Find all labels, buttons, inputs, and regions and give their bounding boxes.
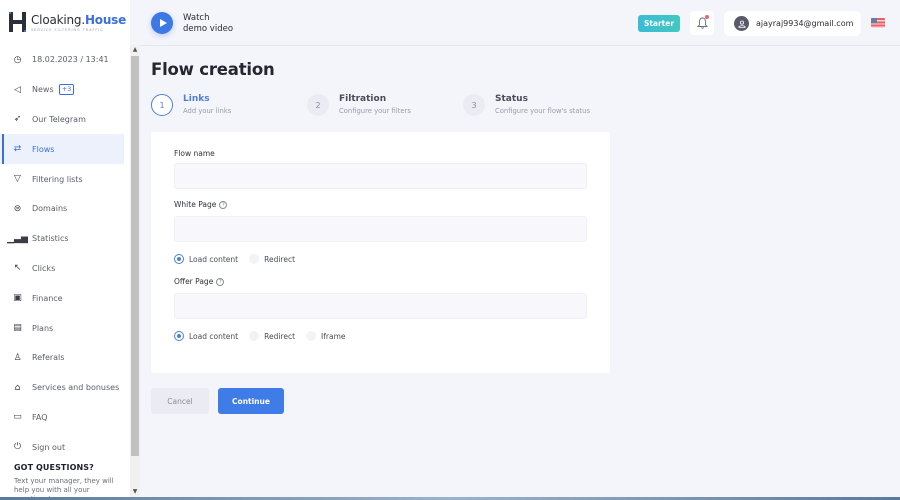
sidebar: Cloaking.House SERVICE FILTERING TRAFFIC…	[0, 0, 130, 500]
user-email: ajayraj9934@gmail.com	[756, 19, 854, 28]
radio-checked[interactable]	[174, 331, 184, 341]
domain-icon: ⊜	[13, 203, 22, 214]
sidebar-item-flows[interactable]: ⇄ Flows	[0, 134, 124, 165]
radio-unchecked[interactable]	[249, 254, 260, 264]
scrollbar-thumb[interactable]	[131, 56, 139, 456]
step-title: Filtration	[339, 94, 387, 104]
sidebar-item-services-bonuses[interactable]: ⌂ Services and bonuses	[0, 373, 130, 403]
offer-page-label: Offer Page ?	[174, 277, 225, 286]
step-subtitle: Add your links	[183, 107, 232, 115]
questions-panel: GOT QUESTIONS? Text your manager, they w…	[14, 463, 124, 500]
notifications-button[interactable]	[690, 11, 714, 35]
user-avatar-icon	[738, 20, 745, 28]
step-number: 1	[151, 94, 173, 116]
megaphone-icon: ◁	[14, 84, 21, 95]
cursor-click-icon: ↖	[13, 263, 22, 274]
user-icon: ♙	[13, 352, 22, 363]
offer-page-input[interactable]	[174, 293, 587, 319]
bar-chart-icon: ▁▃▅	[7, 233, 28, 244]
offer-page-radio-redirect[interactable]: Redirect	[249, 331, 295, 341]
plan-badge[interactable]: Starter	[638, 15, 680, 32]
filter-icon: ▽	[14, 174, 21, 185]
sidebar-item-domains[interactable]: ⊜ Domains	[0, 194, 130, 224]
sidebar-item-plans[interactable]: ▤ Plans	[0, 313, 130, 343]
flow-form-card: Flow name White Page ? Load content Redi…	[151, 132, 610, 373]
gift-icon: ⌂	[14, 382, 21, 393]
sidebar-item-statistics[interactable]: ▁▃▅ Statistics	[0, 224, 130, 254]
us-flag-icon[interactable]	[871, 18, 885, 28]
sidebar-nav: ◷ 18.02.2023 / 13:41 ◁ News +3 ➶ Our Tel…	[0, 45, 130, 462]
page-title: Flow creation	[151, 60, 275, 79]
radio-unchecked[interactable]	[306, 331, 317, 341]
white-page-input[interactable]	[174, 216, 587, 242]
top-header: Watch demo video Starter ajayraj9934@gma…	[140, 0, 900, 46]
card-icon: ▤	[13, 323, 22, 334]
user-menu[interactable]: ajayraj9934@gmail.com	[724, 11, 861, 36]
sidebar-item-referals[interactable]: ♙ Referals	[0, 343, 130, 373]
help-icon[interactable]: ?	[216, 277, 225, 286]
cancel-button[interactable]: Cancel	[151, 388, 209, 414]
telegram-icon: ➶	[13, 114, 22, 125]
step-filtration[interactable]: 2 Filtration Configure your filters	[307, 94, 411, 116]
sidebar-item-finance[interactable]: ▣ Finance	[0, 283, 130, 313]
sidebar-scrollbar[interactable]: ▲ ▼	[130, 45, 140, 497]
step-number: 3	[463, 94, 485, 116]
step-number: 2	[307, 94, 329, 116]
scroll-down-arrow-icon[interactable]: ▼	[130, 487, 140, 497]
flow-name-label: Flow name	[174, 149, 215, 158]
sidebar-item-filtering-lists[interactable]: ▽ Filtering lists	[0, 164, 130, 194]
play-video-button[interactable]	[151, 12, 173, 34]
offer-page-mode-radios: Load content Redirect Iframe	[174, 331, 356, 341]
wallet-icon: ▣	[13, 293, 22, 304]
help-icon[interactable]: ?	[219, 200, 228, 209]
sidebar-item-faq[interactable]: ▭ FAQ	[0, 403, 130, 433]
step-subtitle: Configure your flow's status	[495, 107, 591, 115]
stepper: 1 Links Add your links 2 Filtration Conf…	[151, 94, 611, 120]
refresh-icon: ⇄	[13, 144, 22, 155]
step-title: Status	[495, 94, 528, 104]
white-page-radio-load-content[interactable]: Load content	[174, 254, 238, 264]
logo[interactable]: Cloaking.House SERVICE FILTERING TRAFFIC	[9, 12, 126, 32]
avatar	[734, 16, 749, 31]
offer-page-radio-iframe[interactable]: Iframe	[306, 331, 345, 341]
sidebar-datetime: ◷ 18.02.2023 / 13:41	[13, 54, 109, 65]
step-status[interactable]: 3 Status Configure your flow's status	[463, 94, 590, 116]
power-icon: ⏻	[13, 442, 22, 453]
step-subtitle: Configure your filters	[339, 107, 411, 115]
clock-icon: ◷	[13, 54, 22, 65]
radio-unchecked[interactable]	[249, 331, 260, 341]
continue-button[interactable]: Continue	[218, 388, 284, 414]
radio-checked[interactable]	[174, 254, 184, 264]
scroll-up-arrow-icon[interactable]: ▲	[130, 45, 140, 55]
news-count-badge: +3	[58, 84, 75, 96]
step-title: Links	[183, 94, 210, 104]
white-page-radio-redirect[interactable]: Redirect	[249, 254, 295, 264]
sidebar-item-clicks[interactable]: ↖ Clicks	[0, 254, 130, 284]
brand-name: Cloaking.House	[31, 12, 127, 27]
step-links[interactable]: 1 Links Add your links	[151, 94, 231, 116]
notification-dot	[705, 15, 709, 19]
sidebar-item-news[interactable]: ◁ News +3	[0, 75, 130, 105]
watch-demo-link[interactable]: Watch demo video	[183, 13, 233, 34]
questions-title: GOT QUESTIONS?	[14, 463, 94, 472]
brand-tagline: SERVICE FILTERING TRAFFIC	[31, 27, 104, 32]
white-page-mode-radios: Load content Redirect	[174, 254, 306, 264]
white-page-label: White Page ?	[174, 200, 228, 209]
sidebar-item-sign-out[interactable]: ⏻ Sign out	[0, 432, 130, 462]
sidebar-item-telegram[interactable]: ➶ Our Telegram	[0, 105, 130, 135]
flow-name-input[interactable]	[174, 163, 587, 189]
chat-icon: ▭	[13, 412, 22, 423]
logo-icon	[9, 12, 26, 32]
offer-page-radio-load-content[interactable]: Load content	[174, 331, 238, 341]
